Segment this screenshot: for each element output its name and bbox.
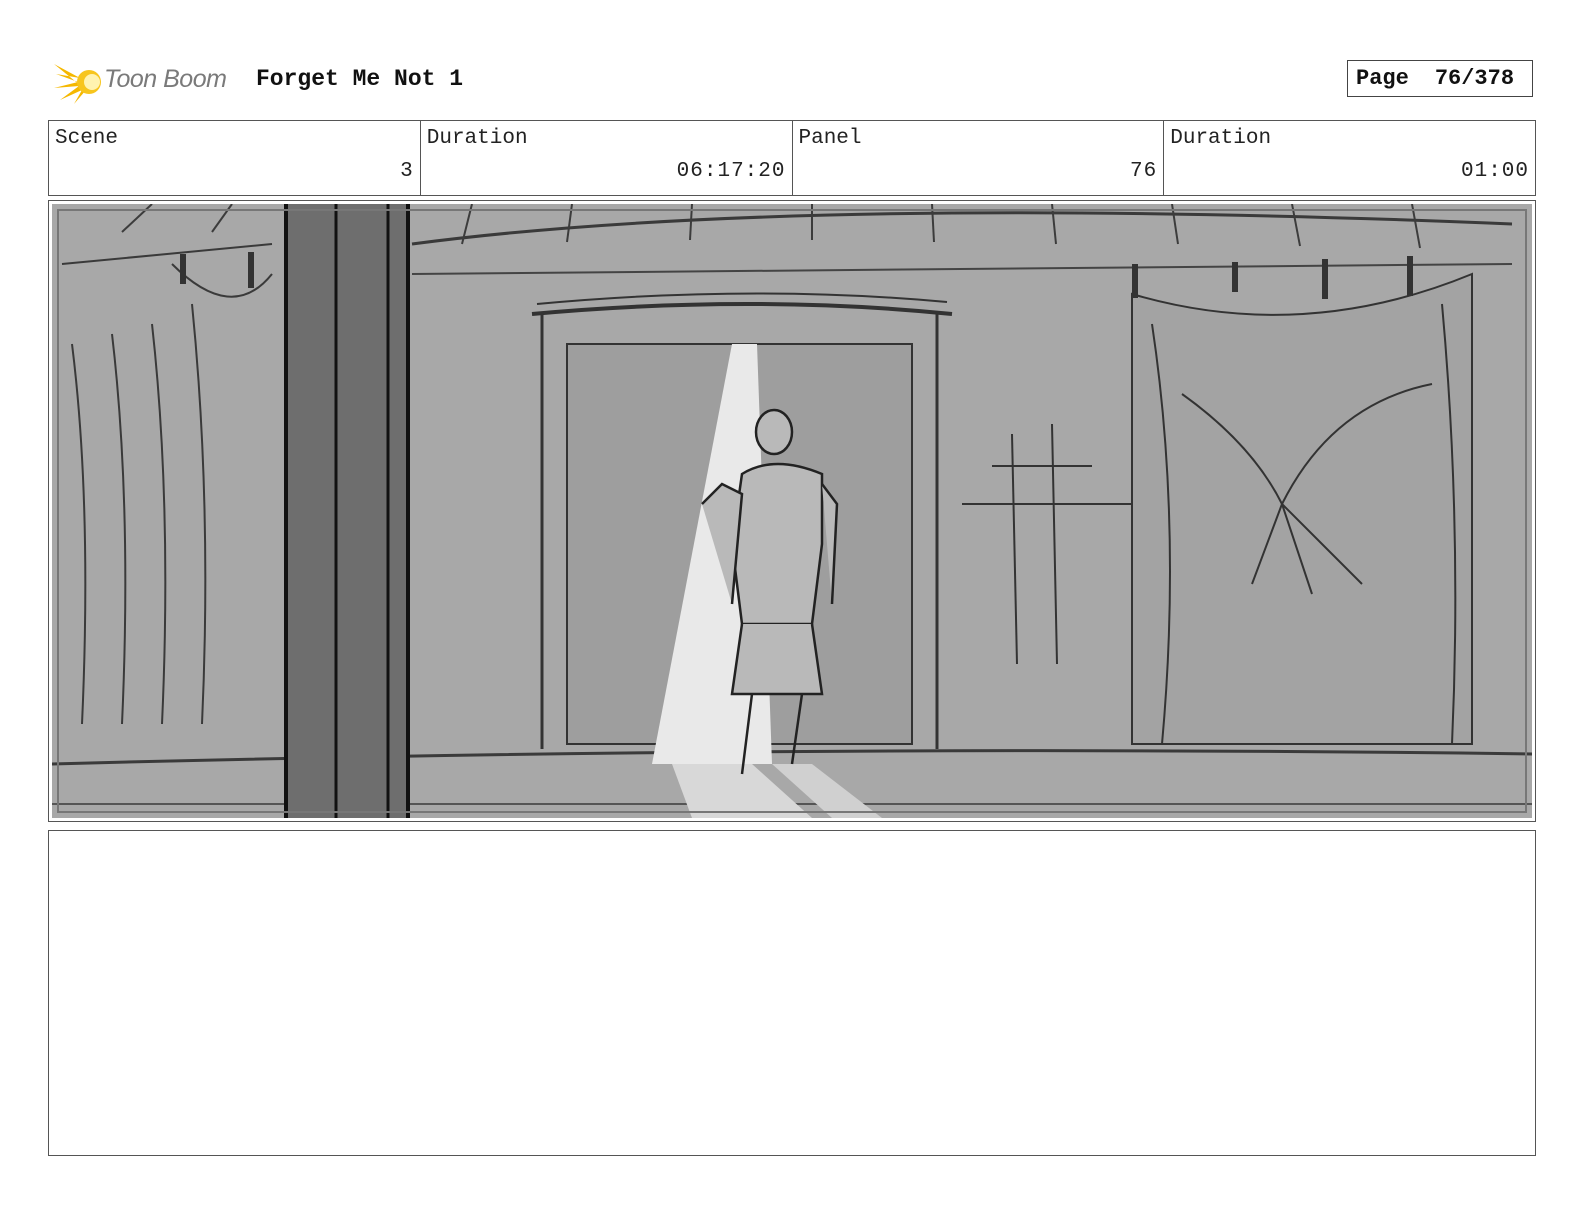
scene-label: Scene <box>55 127 119 150</box>
page-indicator: Page 76/378 <box>1347 60 1533 97</box>
scene-duration-cell: Duration 06:17:20 <box>421 121 793 195</box>
panel-duration-label: Duration <box>1170 127 1272 150</box>
panel-label: Panel <box>798 127 862 150</box>
scene-value: 3 <box>400 160 414 183</box>
logo-wordmark: Toon Boom <box>104 65 227 93</box>
panel-value: 76 <box>1130 160 1158 183</box>
page-header: Toon Boom Forget Me Not 1 Page 76/378 <box>52 56 1534 106</box>
page-number: 76/378 <box>1434 66 1515 91</box>
panel-sketch-image <box>52 204 1532 818</box>
panel-duration-cell: Duration 01:00 <box>1164 121 1535 195</box>
document-title: Forget Me Not 1 <box>256 66 464 92</box>
panel-notes-box <box>48 830 1536 1156</box>
scene-cell: Scene 3 <box>49 121 421 195</box>
toon-boom-logo: Toon Boom <box>52 56 242 106</box>
sunburst-icon <box>54 64 101 104</box>
scene-duration-value: 06:17:20 <box>676 160 786 183</box>
storyboard-panel <box>48 200 1536 822</box>
panel-cell: Panel 76 <box>793 121 1165 195</box>
scene-duration-label: Duration <box>426 127 528 150</box>
panel-duration-value: 01:00 <box>1460 160 1529 183</box>
page-label: Page <box>1356 66 1409 91</box>
scene-info-table: Scene 3 Duration 06:17:20 Panel 76 Durat… <box>48 120 1536 196</box>
